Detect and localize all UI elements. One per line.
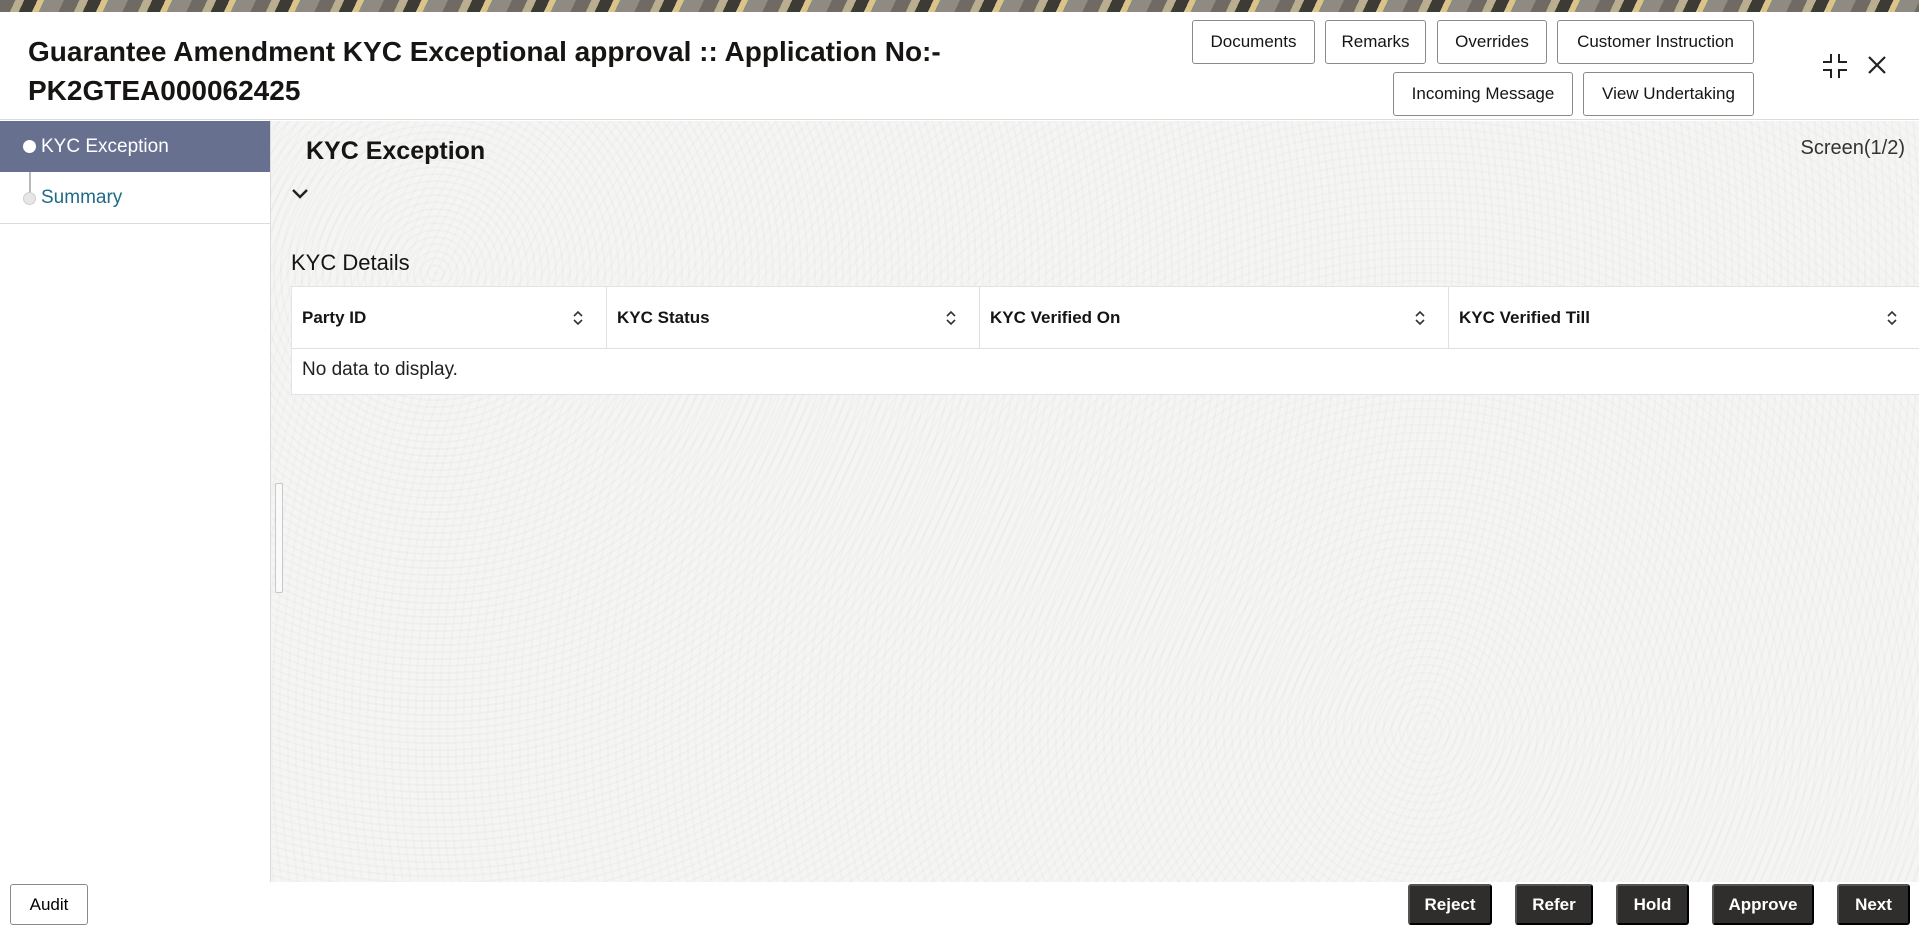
- chevron-down-icon[interactable]: [291, 187, 309, 206]
- sidebar-item-label: Summary: [41, 187, 122, 209]
- sort-icon: [945, 310, 957, 326]
- column-label: KYC Verified On: [990, 308, 1120, 328]
- sort-icon: [1886, 310, 1898, 326]
- approve-button[interactable]: Approve: [1712, 884, 1814, 925]
- view-undertaking-button[interactable]: View Undertaking: [1583, 72, 1754, 116]
- step-pending-icon: [23, 192, 36, 205]
- column-label: KYC Status: [617, 308, 710, 328]
- table-empty-message: No data to display.: [302, 359, 458, 381]
- main-content: KYC Exception Screen(1/2) KYC Details Pa…: [271, 121, 1919, 882]
- sidebar-nav: KYC Exception Summary: [0, 121, 271, 882]
- column-header-party-id[interactable]: Party ID: [292, 287, 607, 349]
- section-title: KYC Exception: [306, 137, 485, 166]
- reject-button[interactable]: Reject: [1408, 884, 1492, 925]
- page-header: Guarantee Amendment KYC Exceptional appr…: [0, 12, 1919, 120]
- page-title: Guarantee Amendment KYC Exceptional appr…: [28, 32, 988, 110]
- kyc-details-title: KYC Details: [291, 250, 410, 276]
- column-header-kyc-verified-on[interactable]: KYC Verified On: [980, 287, 1449, 349]
- audit-button[interactable]: Audit: [10, 884, 88, 925]
- column-label: KYC Verified Till: [1459, 308, 1590, 328]
- compress-icon[interactable]: [1821, 52, 1849, 85]
- column-header-kyc-verified-till[interactable]: KYC Verified Till: [1449, 287, 1919, 349]
- next-button[interactable]: Next: [1837, 884, 1910, 925]
- sort-icon: [572, 310, 584, 326]
- column-label: Party ID: [302, 308, 366, 328]
- step-current-icon: [23, 140, 36, 153]
- sort-icon: [1414, 310, 1426, 326]
- column-header-kyc-status[interactable]: KYC Status: [607, 287, 980, 349]
- sidebar-item-label: KYC Exception: [41, 136, 169, 158]
- refer-button[interactable]: Refer: [1515, 884, 1593, 925]
- overrides-button[interactable]: Overrides: [1437, 20, 1547, 64]
- table-header-row: Party ID KYC Status KYC Verified On KYC …: [292, 287, 1919, 349]
- screen-indicator: Screen(1/2): [1801, 137, 1906, 160]
- sidebar-item-kyc-exception[interactable]: KYC Exception: [0, 121, 270, 172]
- resize-handle[interactable]: [275, 483, 283, 593]
- customer-instruction-button[interactable]: Customer Instruction: [1557, 20, 1754, 64]
- incoming-message-button[interactable]: Incoming Message: [1393, 72, 1573, 116]
- close-icon[interactable]: [1866, 54, 1888, 81]
- top-decorative-strip: [0, 0, 1919, 12]
- hold-button[interactable]: Hold: [1616, 884, 1689, 925]
- remarks-button[interactable]: Remarks: [1325, 20, 1426, 64]
- kyc-details-table: Party ID KYC Status KYC Verified On KYC …: [291, 286, 1919, 395]
- documents-button[interactable]: Documents: [1192, 20, 1315, 64]
- sidebar-item-summary[interactable]: Summary: [0, 173, 270, 224]
